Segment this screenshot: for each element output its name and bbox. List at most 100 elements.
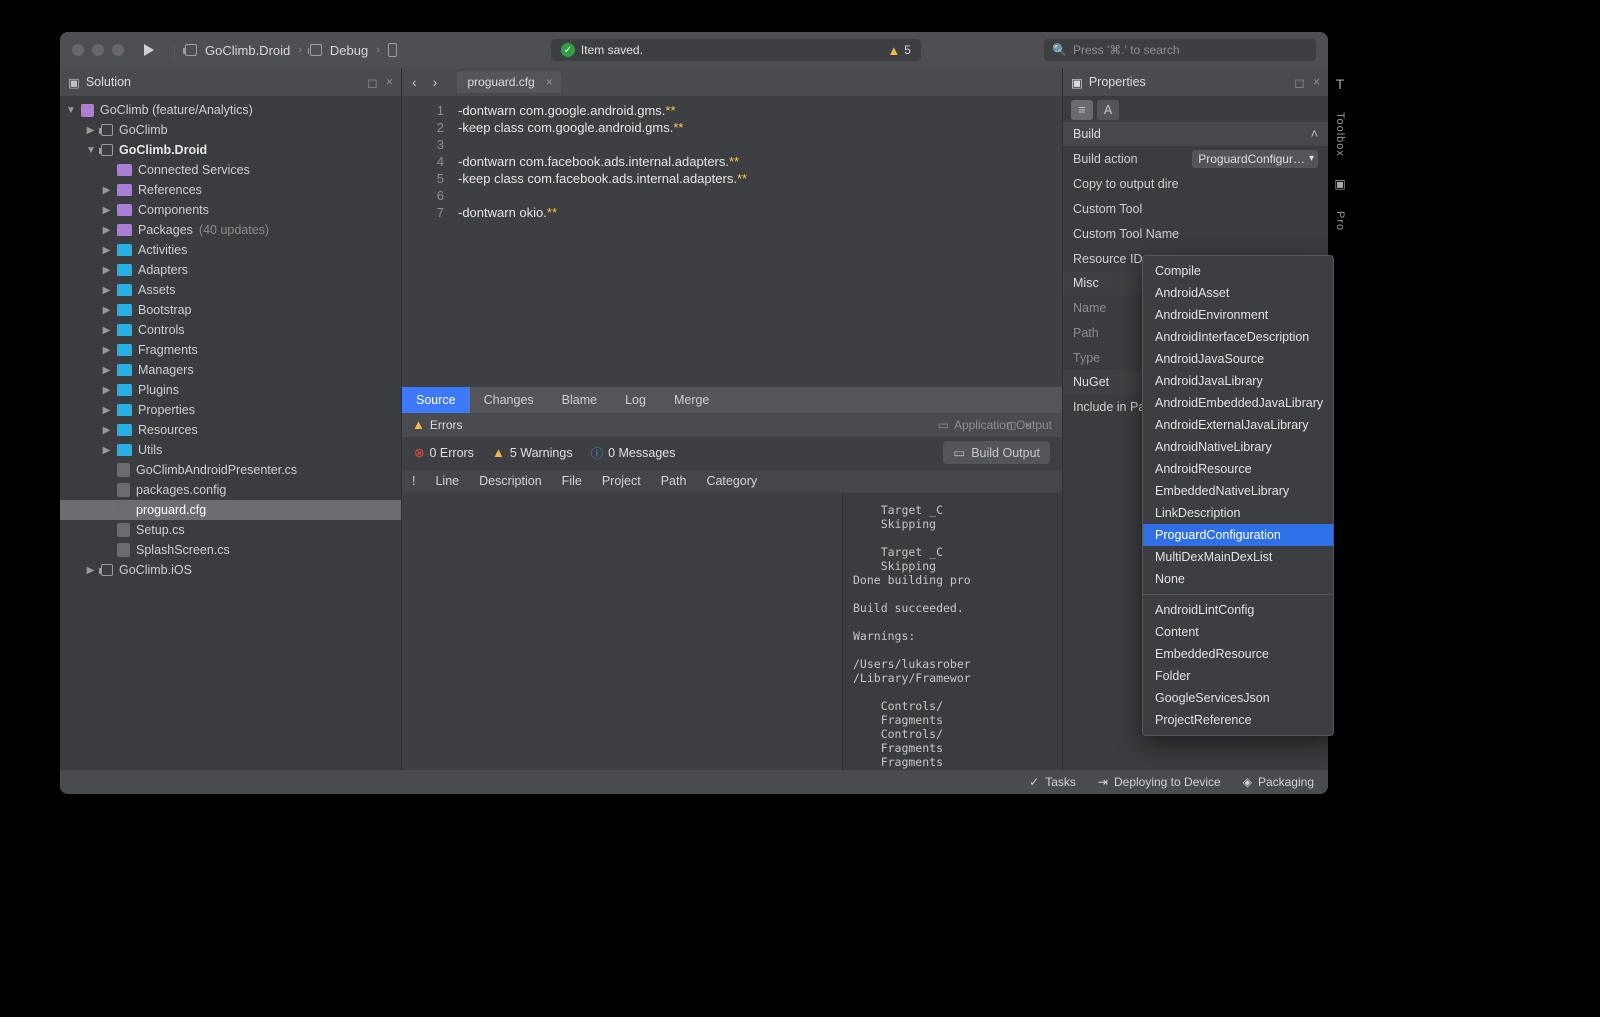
tree-item[interactable]: ▶Utils xyxy=(60,440,401,460)
prop-row[interactable]: Custom Tool xyxy=(1063,196,1328,221)
dropdown-item[interactable]: AndroidExternalJavaLibrary xyxy=(1143,414,1333,436)
tree-item[interactable]: Connected Services xyxy=(60,160,401,180)
errors-tab[interactable]: ▲Errors xyxy=(412,417,463,432)
dropdown-item[interactable]: EmbeddedResource xyxy=(1143,643,1333,665)
section-build[interactable]: Build˄ xyxy=(1063,122,1328,146)
build-log[interactable]: Target _C Skipping Target _C Skipping Do… xyxy=(842,493,1062,770)
code-editor[interactable]: 1234567 -dontwarn com.google.android.gms… xyxy=(402,96,1062,387)
source-mode-tabs[interactable]: SourceChangesBlameLogMerge xyxy=(402,387,1062,413)
project-rail-label[interactable]: Pro xyxy=(1334,211,1346,231)
build-action-dropdown[interactable]: CompileAndroidAssetAndroidEnvironmentAnd… xyxy=(1142,255,1334,736)
build-output-button[interactable]: ▭Build Output xyxy=(943,441,1050,464)
tree-item[interactable]: ▶Resources xyxy=(60,420,401,440)
dropdown-item[interactable]: MultiDexMainDexList xyxy=(1143,546,1333,568)
dropdown-item[interactable]: ProguardConfiguration xyxy=(1143,524,1333,546)
tree-item[interactable]: ▶Properties xyxy=(60,400,401,420)
column-header[interactable]: File xyxy=(562,474,582,488)
dropdown-item[interactable]: LinkDescription xyxy=(1143,502,1333,524)
warnings-filter[interactable]: ▲5 Warnings xyxy=(492,445,573,460)
tree-item[interactable]: ▼GoClimb.Droid xyxy=(60,140,401,160)
tree-item[interactable]: Setup.cs xyxy=(60,520,401,540)
column-header[interactable]: Category xyxy=(706,474,757,488)
dropdown-item[interactable]: AndroidLintConfig xyxy=(1143,599,1333,621)
close-icon[interactable]: × xyxy=(1313,75,1320,90)
app-output-tab[interactable]: ▭Application Output xyxy=(938,418,1052,432)
tree-item[interactable]: GoClimbAndroidPresenter.cs xyxy=(60,460,401,480)
dropdown-item[interactable]: None xyxy=(1143,568,1333,590)
dropdown-item[interactable]: ProjectReference xyxy=(1143,709,1333,731)
dropdown-item[interactable]: AndroidEnvironment xyxy=(1143,304,1333,326)
tree-item[interactable]: ▶Controls xyxy=(60,320,401,340)
dropdown-item[interactable]: AndroidNativeLibrary xyxy=(1143,436,1333,458)
popout-icon[interactable]: ◻ xyxy=(367,75,377,90)
dropdown-item[interactable]: AndroidAsset xyxy=(1143,282,1333,304)
tree-item[interactable]: proguard.cfg xyxy=(60,500,401,520)
dropdown-item[interactable]: EmbeddedNativeLibrary xyxy=(1143,480,1333,502)
tree-item[interactable]: ▶Activities xyxy=(60,240,401,260)
column-header[interactable]: ! xyxy=(412,474,415,488)
nav-forward-button[interactable]: › xyxy=(429,74,442,90)
dropdown-item[interactable]: AndroidInterfaceDescription xyxy=(1143,326,1333,348)
src-tab-log[interactable]: Log xyxy=(611,387,660,413)
messages-filter[interactable]: ⓘ0 Messages xyxy=(591,443,676,462)
tree-item[interactable]: ▶References xyxy=(60,180,401,200)
prop-row[interactable]: Copy to output dire xyxy=(1063,171,1328,196)
column-header[interactable]: Project xyxy=(602,474,641,488)
minimize-dot[interactable] xyxy=(92,44,104,56)
prop-row[interactable]: Custom Tool Name xyxy=(1063,221,1328,246)
tree-item[interactable]: packages.config xyxy=(60,480,401,500)
alphabetical-toggle[interactable]: A xyxy=(1097,100,1119,120)
solution-root[interactable]: ▼GoClimb (feature/Analytics) xyxy=(60,100,401,120)
run-button[interactable] xyxy=(144,44,154,56)
tree-item[interactable]: ▶Adapters xyxy=(60,260,401,280)
dropdown-item[interactable]: Folder xyxy=(1143,665,1333,687)
zoom-dot[interactable] xyxy=(112,44,124,56)
warnings-chip[interactable]: ▲ 5 xyxy=(887,43,911,58)
close-icon[interactable]: × xyxy=(386,75,393,90)
src-tab-blame[interactable]: Blame xyxy=(548,387,611,413)
error-list[interactable] xyxy=(402,493,842,770)
toolbox-rail-label[interactable]: Toolbox xyxy=(1334,112,1346,157)
file-tab[interactable]: proguard.cfg × xyxy=(457,71,560,93)
run-config-breadcrumb[interactable]: GoClimb.Droid › Debug › xyxy=(174,43,397,58)
src-tab-merge[interactable]: Merge xyxy=(660,387,723,413)
dropdown-item[interactable]: GoogleServicesJson xyxy=(1143,687,1333,709)
tree-item[interactable]: ▶Managers xyxy=(60,360,401,380)
tree-item[interactable]: ▶Plugins xyxy=(60,380,401,400)
status-tasks[interactable]: ✓Tasks xyxy=(1029,775,1076,789)
status-deploying[interactable]: ⇥Deploying to Device xyxy=(1098,775,1221,789)
tree-item[interactable]: ▶Fragments xyxy=(60,340,401,360)
errors-filter[interactable]: ⊗0 Errors xyxy=(414,445,474,460)
prop-row[interactable]: Build actionProguardConfigur…▾ xyxy=(1063,146,1328,171)
nav-back-button[interactable]: ‹ xyxy=(408,74,421,90)
properties-rail-icon[interactable]: ▣ xyxy=(1334,177,1345,191)
popout-icon[interactable]: ◻ xyxy=(1294,75,1304,90)
column-header[interactable]: Line xyxy=(435,474,459,488)
dropdown-item[interactable]: Content xyxy=(1143,621,1333,643)
close-tab-icon[interactable]: × xyxy=(546,75,553,89)
dropdown-item[interactable]: AndroidResource xyxy=(1143,458,1333,480)
tree-item[interactable]: ▶GoClimb xyxy=(60,120,401,140)
status-packaging[interactable]: ◈Packaging xyxy=(1243,775,1314,789)
code-content[interactable]: -dontwarn com.google.android.gms.**-keep… xyxy=(452,96,747,387)
solution-tree[interactable]: ▼GoClimb (feature/Analytics)▶GoClimb▼GoC… xyxy=(60,96,401,770)
dropdown-item[interactable]: AndroidJavaSource xyxy=(1143,348,1333,370)
tree-item[interactable]: ▶GoClimb.iOS xyxy=(60,560,401,580)
global-search[interactable]: 🔍 Press '⌘.' to search xyxy=(1044,39,1316,61)
dropdown-item[interactable]: AndroidEmbeddedJavaLibrary xyxy=(1143,392,1333,414)
tree-item[interactable]: ▶Assets xyxy=(60,280,401,300)
column-header[interactable]: Description xyxy=(479,474,542,488)
src-tab-changes[interactable]: Changes xyxy=(470,387,548,413)
categorized-toggle[interactable]: ≡ xyxy=(1071,100,1093,120)
window-controls[interactable] xyxy=(72,44,124,56)
toolbox-rail-icon[interactable]: T xyxy=(1336,76,1345,92)
tree-item[interactable]: ▶Components xyxy=(60,200,401,220)
src-tab-source[interactable]: Source xyxy=(402,387,470,413)
tree-item[interactable]: ▶Packages (40 updates) xyxy=(60,220,401,240)
dropdown-item[interactable]: Compile xyxy=(1143,260,1333,282)
tree-item[interactable]: ▶Bootstrap xyxy=(60,300,401,320)
tree-item[interactable]: SplashScreen.cs xyxy=(60,540,401,560)
close-dot[interactable] xyxy=(72,44,84,56)
dropdown-item[interactable]: AndroidJavaLibrary xyxy=(1143,370,1333,392)
column-header[interactable]: Path xyxy=(661,474,687,488)
